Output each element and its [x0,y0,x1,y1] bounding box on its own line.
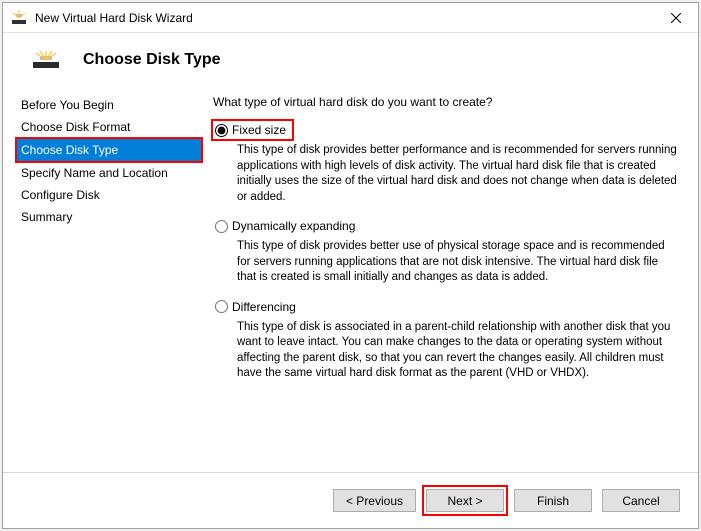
header: Choose Disk Type [3,33,698,91]
step-choose-disk-type[interactable]: Choose Disk Type [17,139,201,161]
page-title: Choose Disk Type [83,51,221,69]
window-title: New Virtual Hard Disk Wizard [35,11,653,25]
label-dynamically-expanding[interactable]: Dynamically expanding [232,219,355,233]
option-fixed-size: Fixed size This type of disk provides be… [213,121,680,205]
wizard-window: New Virtual Hard Disk Wizard Choose Disk… [2,2,699,529]
option-differencing: Differencing This type of disk is associ… [213,298,680,382]
cancel-button[interactable]: Cancel [602,489,680,512]
finish-button[interactable]: Finish [514,489,592,512]
titlebar: New Virtual Hard Disk Wizard [3,3,698,33]
radio-differencing[interactable] [215,300,228,313]
content: What type of virtual hard disk do you wa… [201,91,684,472]
step-specify-name-location[interactable]: Specify Name and Location [17,163,201,183]
step-summary[interactable]: Summary [17,207,201,227]
question-text: What type of virtual hard disk do you wa… [213,95,680,109]
desc-fixed-size: This type of disk provides better perfor… [237,143,680,205]
disk-icon [33,51,59,69]
desc-differencing: This type of disk is associated in a par… [237,320,680,382]
step-before-you-begin[interactable]: Before You Begin [17,95,201,115]
label-fixed-size[interactable]: Fixed size [232,123,286,137]
radio-dynamically-expanding[interactable] [215,220,228,233]
body: Before You Begin Choose Disk Format Choo… [3,91,698,472]
step-configure-disk[interactable]: Configure Disk [17,185,201,205]
radio-fixed-size[interactable] [215,124,228,137]
close-button[interactable] [653,3,698,33]
next-button[interactable]: Next > [426,489,504,512]
desc-dynamically-expanding: This type of disk provides better use of… [237,239,680,286]
previous-button[interactable]: < Previous [333,489,416,512]
option-dynamically-expanding: Dynamically expanding This type of disk … [213,217,680,286]
footer: < Previous Next > Finish Cancel [3,472,698,528]
sidebar: Before You Begin Choose Disk Format Choo… [17,91,201,472]
label-differencing[interactable]: Differencing [232,300,296,314]
app-icon [11,10,27,26]
step-choose-disk-format[interactable]: Choose Disk Format [17,117,201,137]
